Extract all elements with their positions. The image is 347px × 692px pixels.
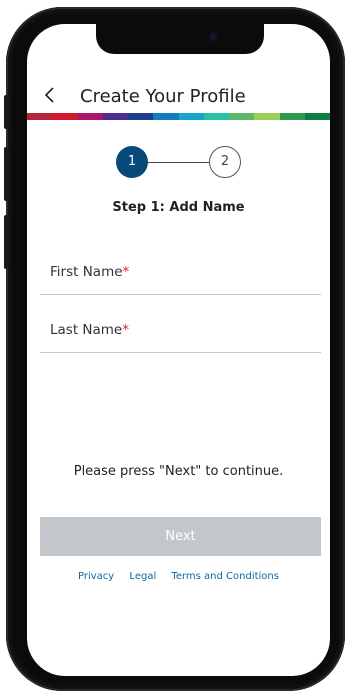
last-name-field[interactable]: Last Name* [40, 322, 325, 354]
color-bar-segment [254, 113, 280, 120]
app-header: Create Your Profile [27, 84, 330, 112]
color-bar-segment [128, 113, 154, 120]
device-notch [96, 24, 264, 54]
color-bar-segment [27, 113, 53, 120]
volume-down-button-2 [4, 215, 9, 269]
back-button[interactable] [39, 84, 61, 110]
legal-link[interactable]: Legal [129, 571, 156, 582]
terms-link[interactable]: Terms and Conditions [171, 571, 279, 582]
instruction-text: Please press "Next" to continue. [73, 464, 284, 479]
color-bar-segment [203, 113, 229, 120]
step-label: Step 1: Add Name [112, 200, 245, 215]
color-bar-segment [102, 113, 128, 120]
volume-up-button [4, 95, 9, 129]
step-2-indicator: 2 [209, 146, 241, 178]
color-bar-segment [229, 113, 255, 120]
chevron-left-icon [44, 86, 54, 103]
color-bar-segment [153, 113, 179, 120]
app-screen: Create Your Profile 1 2 Step 1: Add Name… [27, 24, 330, 676]
footer-links: Privacy Legal Terms and Conditions [27, 571, 330, 582]
brand-color-bar [27, 113, 330, 120]
color-bar-segment [52, 113, 78, 120]
camera-icon [209, 33, 217, 41]
color-bar-segment [304, 113, 330, 120]
first-name-field[interactable]: First Name* [40, 264, 325, 296]
step-1-indicator: 1 [116, 146, 148, 178]
privacy-link[interactable]: Privacy [78, 571, 114, 582]
stepper: 1 2 [116, 146, 241, 180]
color-bar-segment [77, 113, 103, 120]
volume-down-button [4, 147, 9, 201]
first-name-input[interactable] [40, 264, 325, 296]
color-bar-segment [279, 113, 305, 120]
color-bar-segment [178, 113, 204, 120]
stepper-connector [148, 162, 209, 163]
last-name-input[interactable] [40, 322, 325, 354]
page-title: Create Your Profile [80, 86, 246, 107]
next-button[interactable]: Next [40, 517, 321, 556]
